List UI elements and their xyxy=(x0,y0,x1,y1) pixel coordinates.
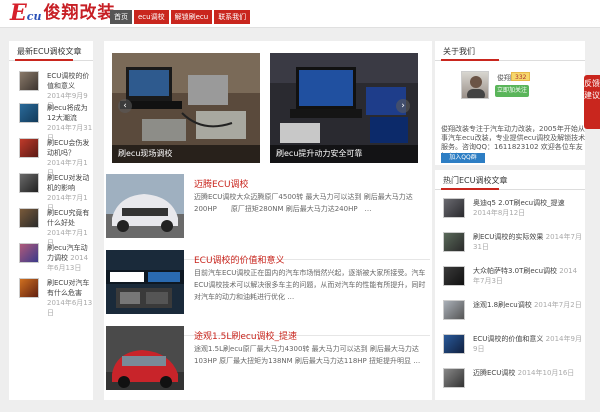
nav-item-ecu-tuning[interactable]: ecu调校 xyxy=(134,10,169,24)
list-item[interactable]: 刷ecu将成为12大潮流 2014年7月31日 xyxy=(19,103,93,142)
slide-caption: 刷ecu现场调校 xyxy=(112,145,260,163)
article-thumbnail xyxy=(19,173,39,193)
article-title[interactable]: 刷ecu将成为12大潮流 xyxy=(47,104,88,122)
post-image[interactable] xyxy=(106,174,184,238)
list-item[interactable]: ECU调校的价值和意义 2014年9月9日 xyxy=(19,71,93,110)
list-item[interactable]: 途观1.8刷ecu调校 2014年7月2日 xyxy=(443,300,583,326)
slide[interactable]: 刷ecu现场调校 xyxy=(112,53,260,163)
article-title[interactable]: 刷ECU究竟有什么好处 xyxy=(47,209,89,227)
article-thumbnail xyxy=(19,278,39,298)
post-title[interactable]: 迈腾ECU调校 xyxy=(194,177,249,190)
feedback-tab[interactable]: 反馈建议 xyxy=(584,75,600,129)
list-item[interactable]: 奥迪q5 2.0T刷ecu调校_提速 2014年8月12日 xyxy=(443,198,583,224)
article-title[interactable]: 刷ECU对汽车有什么危害 xyxy=(47,279,89,297)
post-image[interactable] xyxy=(106,326,184,390)
article-title[interactable]: 奥迪q5 2.0T刷ecu调校_提速 xyxy=(473,199,565,207)
join-qq-group-button[interactable]: 加入QQ群 xyxy=(441,153,485,163)
nav-item-contact[interactable]: 联系我们 xyxy=(214,10,251,24)
article-date: 2014年10月16日 xyxy=(517,369,575,377)
left-sidebar-header: 最新ECU调校文章 xyxy=(9,41,93,61)
post-title[interactable]: ECU调校的价值和意义 xyxy=(194,253,285,266)
left-sidebar-title: 最新ECU调校文章 xyxy=(17,47,82,56)
list-item[interactable]: 刷ECU会伤发动机吗？ 2014年7月1日 xyxy=(19,138,93,177)
article-title[interactable]: 刷ECU对发动机的影响 xyxy=(47,174,89,192)
article-title[interactable]: 大众帕萨特3.0T刷ecu调校 xyxy=(473,267,557,275)
left-sidebar: 最新ECU调校文章 ECU调校的价值和意义 2014年9月9日 刷ecu将成为1… xyxy=(9,41,93,400)
article-date: 2014年8月12日 xyxy=(473,209,526,217)
article-date: 2014年6月13日 xyxy=(47,299,93,317)
post-card: 迈腾ECU调校 迈腾ECU调校大众迈腾原厂4500转 最大马力可以达到 刷后最大… xyxy=(106,174,430,260)
article-title[interactable]: ECU调校的价值和意义 xyxy=(473,335,543,343)
slider-prev-button[interactable]: ‹ xyxy=(118,99,132,113)
list-item[interactable]: 刷ECU究竟有什么好处 2014年7月1日 xyxy=(19,208,93,247)
user-level-badge: 332 xyxy=(511,72,531,81)
about-panel-header: 关于我们 xyxy=(435,41,585,61)
logo-letter-e: E xyxy=(10,0,27,26)
article-thumbnail xyxy=(19,243,39,263)
article-title[interactable]: 刷ECU调校的实际效果 xyxy=(473,233,543,241)
title-underline xyxy=(441,188,499,190)
logo-text: 俊翔改装 xyxy=(43,3,116,23)
hot-articles-header: 热门ECU调校文章 xyxy=(435,170,585,190)
post-excerpt: 迈腾ECU调校大众迈腾原厂4500转 最大马力可以达到 刷后最大马力达200HP… xyxy=(194,193,413,213)
nav-item-unlock-ecu[interactable]: 解锁刷ecu xyxy=(170,10,213,24)
article-thumbnail xyxy=(19,71,39,91)
logo-letters-cu: cu xyxy=(26,10,42,23)
list-item[interactable]: ECU调校的价值和意义 2014年9月9日 xyxy=(443,334,583,360)
article-thumbnail xyxy=(19,138,39,158)
list-item[interactable]: 迈腾ECU调校 2014年10月16日 xyxy=(443,368,583,394)
site-header: E cu 俊翔改装 首页 ecu调校 解锁刷ecu 联系我们 xyxy=(0,0,600,28)
hot-articles-title: 热门ECU调校文章 xyxy=(443,176,508,185)
article-thumbnail xyxy=(443,232,465,252)
article-title[interactable]: 刷ECU会伤发动机吗？ xyxy=(47,139,89,157)
list-item[interactable]: 刷ECU对汽车有什么危害 2014年6月13日 xyxy=(19,278,93,317)
article-title[interactable]: 途观1.8刷ecu调校 xyxy=(473,301,532,309)
article-title[interactable]: ECU调校的价值和意义 xyxy=(47,72,89,90)
article-date: 2014年7月2日 xyxy=(533,301,582,309)
list-item[interactable]: 大众帕萨特3.0T刷ecu调校 2014年7月3日 xyxy=(443,266,583,292)
main-nav: 首页 ecu调校 解锁刷ecu 联系我们 xyxy=(110,10,252,24)
list-item[interactable]: 刷ecu汽车动力调校 2014年6月13日 xyxy=(19,243,93,275)
post-excerpt: 途观1.5L刷ecu原厂最大马力4300转 最大马力可以达到 刷后最大马力达10… xyxy=(194,345,421,365)
site-logo[interactable]: E cu 俊翔改装 xyxy=(10,2,115,24)
title-underline xyxy=(15,59,73,61)
article-title[interactable]: 迈腾ECU调校 xyxy=(473,369,515,377)
article-thumbnail xyxy=(443,368,465,388)
avatar[interactable] xyxy=(461,71,489,99)
post-card: 途观1.5L刷ecu调校_提速 途观1.5L刷ecu原厂最大马力4300转 最大… xyxy=(106,326,430,412)
nav-item-home[interactable]: 首页 xyxy=(110,10,132,24)
post-card: ECU调校的价值和意义 目前汽车ECU调校正在国内的汽车市场悄然兴起，逐渐被大家… xyxy=(106,250,430,336)
post-excerpt: 目前汽车ECU调校正在国内的汽车市场悄然兴起，逐渐被大家所接受。汽车ECU调校技… xyxy=(194,269,426,301)
post-image[interactable] xyxy=(106,250,184,314)
article-thumbnail xyxy=(443,266,465,286)
article-thumbnail xyxy=(443,300,465,320)
list-item[interactable]: 刷ECU调校的实际效果 2014年7月31日 xyxy=(443,232,583,258)
article-thumbnail xyxy=(443,198,465,218)
about-panel-title: 关于我们 xyxy=(443,47,475,56)
article-thumbnail xyxy=(19,103,39,123)
user-name[interactable]: 俊翔 xyxy=(497,73,511,83)
about-panel: 关于我们 俊翔 332 立即加关注 俊翔改装专注于汽车动力改装，2005年开始从… xyxy=(435,41,585,165)
title-underline xyxy=(441,59,499,61)
follow-button[interactable]: 立即加关注 xyxy=(495,85,529,97)
article-thumbnail xyxy=(443,334,465,354)
article-thumbnail xyxy=(19,208,39,228)
list-item[interactable]: 刷ECU对发动机的影响 2014年7月1日 xyxy=(19,173,93,212)
slider-next-button[interactable]: › xyxy=(396,99,410,113)
post-title[interactable]: 途观1.5L刷ecu调校_提速 xyxy=(194,329,297,342)
slide-caption: 刷ecu提升动力安全可靠 xyxy=(270,145,418,163)
image-slider: 刷ecu现场调校 刷ecu提升动力安全可靠 ‹ › xyxy=(112,53,418,163)
hot-articles-panel: 热门ECU调校文章 奥迪q5 2.0T刷ecu调校_提速 2014年8月12日 … xyxy=(435,170,585,400)
